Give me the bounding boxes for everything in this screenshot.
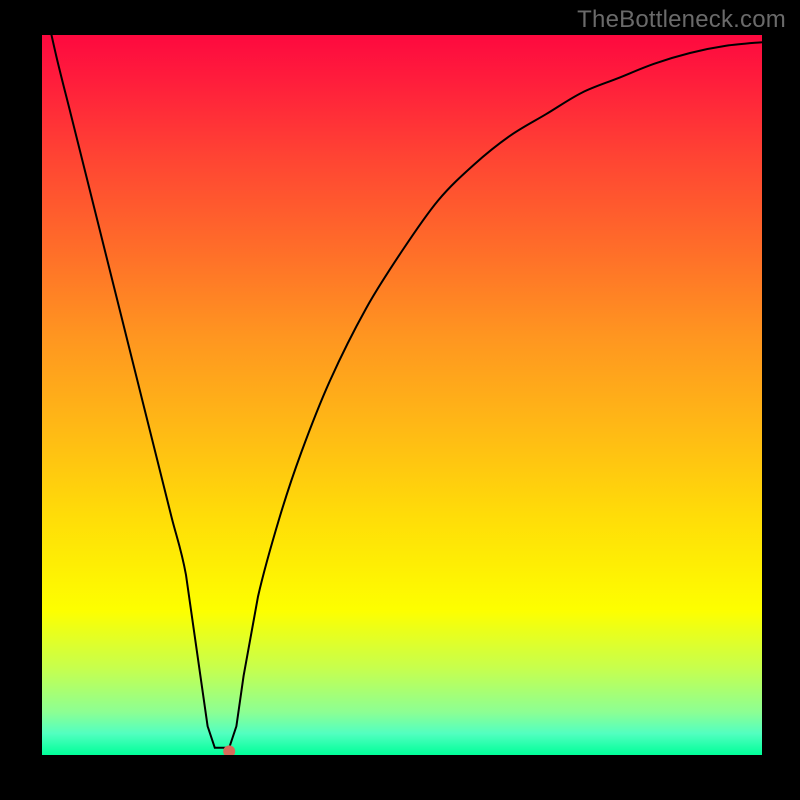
bottleneck-curve [42, 35, 762, 755]
watermark-text: TheBottleneck.com [577, 6, 786, 34]
curve-path [42, 35, 762, 748]
